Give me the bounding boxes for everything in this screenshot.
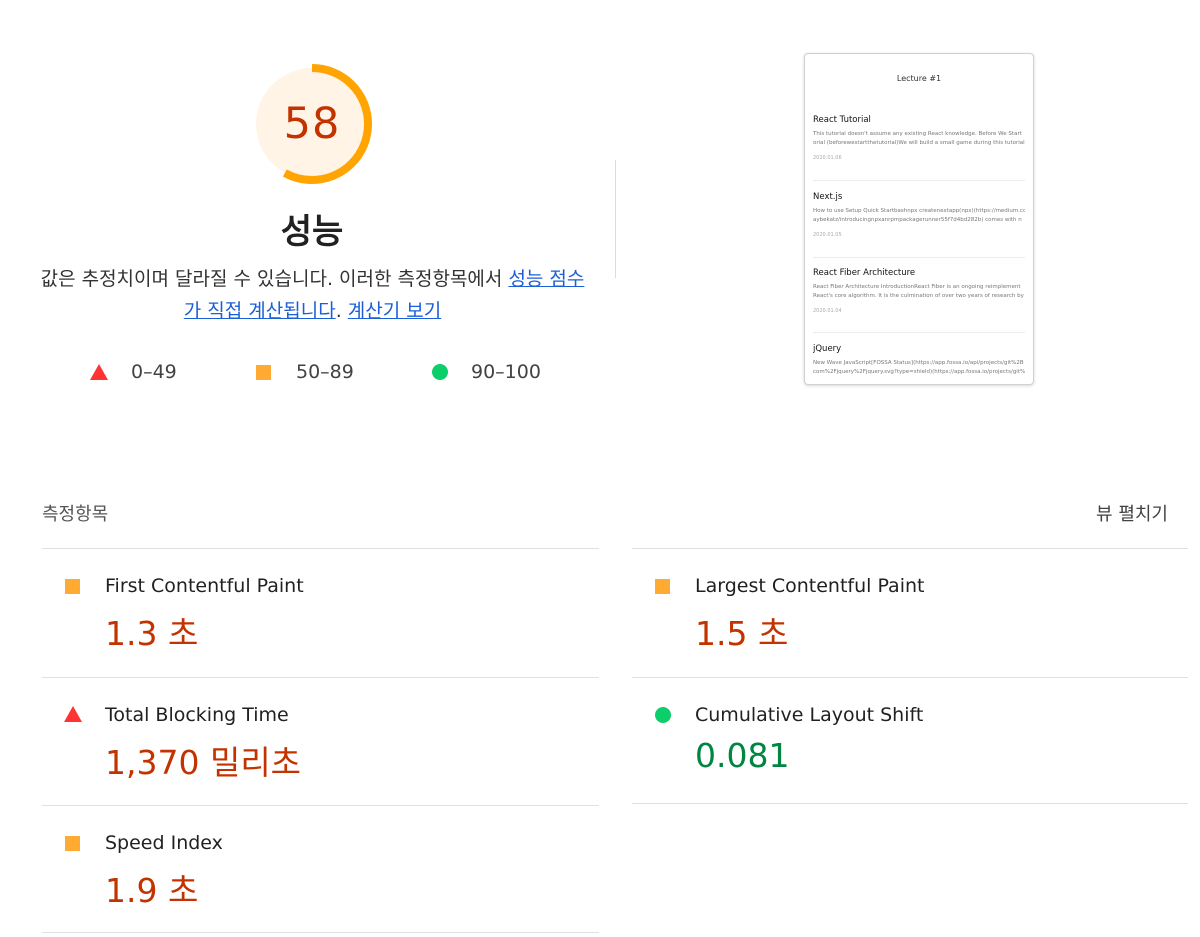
thumbnail-post-line: aybekatz/introducingnpxanrpmpackagerunne… [813,217,1022,223]
metric-rating-icon [655,579,670,598]
average-square-icon [256,364,271,380]
thumbnail-post-line: com%2Fjquery%2Fjquery.svg?type=shield)(h… [813,369,1025,375]
metric-rating-icon [655,707,671,727]
metric-name: Speed Index [105,832,223,854]
score-title: 성능 [280,212,344,252]
thumbnail-post-line: New Wave JavaScript[FOSSA Status](https:… [813,360,1024,366]
thumbnail-post-title: React Fiber Architecture [813,268,916,278]
thumbnail-post-body: How to use Setup Quick Startbashnpx crea… [813,207,1025,225]
metric-rating-icon [65,836,80,855]
legend-item-average: 50–89 [256,358,354,386]
metric-value: 1,370 밀리초 [105,743,302,782]
section-divider [615,160,616,278]
thumbnail-post-body: React Fiber Architecture IntroductionRea… [813,283,1025,301]
metric-name: Cumulative Layout Shift [695,704,924,726]
metric-name: Largest Contentful Paint [695,575,925,597]
thumbnail-post-body: This tutorial doesn't assume any existin… [813,130,1025,148]
metric-largest-contentful-paint: Largest Contentful Paint 1.5 초 [632,549,1188,677]
thumbnail-separator [813,332,1025,333]
legend-label: 90–100 [471,361,541,383]
thumbnail-post-title: jQuery [813,344,842,354]
metric-rating-icon [65,579,80,598]
score-value: 58 [283,99,341,149]
legend-label: 50–89 [296,361,354,383]
thumbnail-post: Next.js How to use Setup Quick Startbash… [813,192,1025,238]
page-screenshot-thumbnail[interactable]: Lecture #1 React Tutorial This tutorial … [804,53,1034,385]
metric-value: 0.081 [695,736,790,775]
metric-speed-index: Speed Index 1.9 초 [42,806,598,934]
thumbnail-post-line: React Fiber Architecture IntroductionRea… [813,284,1021,290]
average-square-icon [65,836,80,851]
pass-circle-icon [432,364,448,380]
average-square-icon [65,579,80,594]
legend-item-pass: 90–100 [432,358,541,386]
thumbnail-post-line: orial (beforewestartthetutorial)We will … [813,140,1025,146]
expand-view-toggle[interactable]: 뷰 펼치기 [1096,500,1168,526]
metric-name: First Contentful Paint [105,575,304,597]
thumbnail-separator [813,180,1025,181]
thumbnail-post-date: 2020.01.05 [813,232,842,238]
score-description: 값은 추정치이며 달라질 수 있습니다. 이러한 측정항목에서 성능 점수가 직… [40,263,585,327]
fail-triangle-icon [64,706,82,722]
pass-circle-icon [655,707,671,723]
thumbnail-header: Lecture #1 [896,74,942,83]
thumbnail-separator [813,257,1025,258]
thumbnail-post-date: 2020.01.04 [813,308,842,314]
thumbnail-post-title: Next.js [813,192,843,202]
performance-score-gauge: 58 [250,62,374,186]
description-separator: . [335,300,348,322]
thumbnail-post-line: This tutorial doesn't assume any existin… [813,131,1022,137]
metric-first-contentful-paint: First Contentful Paint 1.3 초 [42,549,598,677]
metric-value: 1.3 초 [105,614,199,653]
legend-item-fail: 0–49 [90,358,177,386]
metrics-section-title: 측정항목 [42,504,109,525]
metric-value: 1.9 초 [105,871,199,910]
fail-triangle-icon [90,364,108,380]
metric-rating-icon [64,706,82,726]
thumbnail-post-line: React's core algorithm. It is the culmin… [813,293,1024,299]
thumbnail-post-line: How to use Setup Quick Startbashnpx crea… [813,208,1025,214]
calculator-link[interactable]: 계산기 보기 [348,300,441,322]
metric-total-blocking-time: Total Blocking Time 1,370 밀리초 [42,678,598,806]
thumbnail-post-title: React Tutorial [813,115,871,125]
metric-value: 1.5 초 [695,614,789,653]
thumbnail-post-date: 2020.01.06 [813,155,842,161]
metric-name: Total Blocking Time [105,704,289,726]
thumbnail-post: React Tutorial This tutorial doesn't ass… [813,115,1025,161]
description-text: 값은 추정치이며 달라질 수 있습니다. 이러한 측정항목에서 [40,268,509,290]
thumbnail-post-body: New Wave JavaScript[FOSSA Status](https:… [813,359,1025,377]
thumbnail-post: jQuery New Wave JavaScript[FOSSA Status]… [813,344,1025,377]
thumbnail-post: React Fiber Architecture React Fiber Arc… [813,268,1025,314]
average-square-icon [655,579,670,594]
legend-label: 0–49 [131,361,177,383]
metric-cumulative-layout-shift: Cumulative Layout Shift 0.081 [632,678,1188,806]
